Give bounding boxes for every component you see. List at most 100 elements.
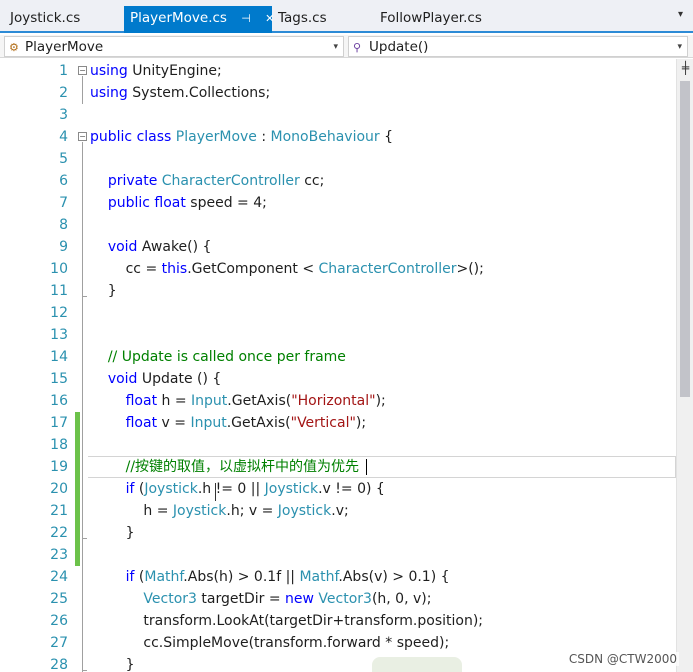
line-number: 1 (59, 63, 68, 79)
code-token: Joystick (264, 481, 319, 497)
fold-guide-end (82, 538, 87, 539)
line-number: 13 (50, 327, 68, 343)
code-line[interactable]: // Update is called once per frame (90, 346, 346, 368)
line-number: 23 (50, 547, 68, 563)
code-token: { (379, 129, 394, 145)
code-token: float (125, 393, 158, 409)
code-token: Mathf (144, 569, 184, 585)
current-line-highlight (88, 456, 676, 478)
collapse-icon[interactable]: − (78, 132, 87, 141)
code-token: (h, 0, v); (371, 591, 432, 607)
code-line[interactable]: public float speed = 4; (90, 192, 267, 214)
line-number: 17 (50, 415, 68, 431)
line-number: 27 (50, 635, 68, 651)
code-line[interactable]: if (Joystick.h != 0 || Joystick.v != 0) … (90, 478, 385, 500)
line-number: 19 (50, 459, 68, 475)
code-line[interactable]: public class PlayerMove : MonoBehaviour … (90, 126, 393, 148)
tab-followplayer[interactable]: FollowPlayer.cs (374, 6, 488, 33)
line-number: 5 (59, 151, 68, 167)
code-token: ); (355, 415, 367, 431)
navigation-bar: ⚙ PlayerMove ▾ ⚲ Update() ▾ (0, 35, 693, 58)
line-number: 24 (50, 569, 68, 585)
tab-tags[interactable]: Tags.cs (272, 6, 333, 33)
code-token: public (107, 195, 150, 211)
chevron-down-icon[interactable]: ▾ (677, 37, 682, 57)
code-line[interactable]: } (90, 280, 117, 302)
vertical-scrollbar[interactable]: ╪ (676, 59, 693, 672)
line-number: 16 (50, 393, 68, 409)
code-line[interactable]: Vector3 targetDir = new Vector3(h, 0, v)… (90, 588, 431, 610)
line-number: 20 (50, 481, 68, 497)
code-line[interactable]: h = Joystick.h; v = Joystick.v; (90, 500, 348, 522)
code-line[interactable]: private CharacterController cc; (90, 170, 325, 192)
code-line[interactable]: using UnityEngine; (90, 60, 222, 82)
code-token: } (90, 525, 135, 541)
code-token: Joystick (277, 503, 332, 519)
scrollbar-thumb[interactable] (680, 81, 690, 397)
line-number: 15 (50, 371, 68, 387)
code-token: h = (90, 503, 173, 519)
tab-playermove[interactable]: PlayerMove.cs ⊣ ✕ (124, 6, 274, 33)
class-dropdown[interactable]: ⚙ PlayerMove ▾ (4, 36, 344, 57)
line-number: 8 (59, 217, 68, 233)
code-line[interactable]: float v = Input.GetAxis("Vertical"); (90, 412, 367, 434)
code-line[interactable]: float h = Input.GetAxis("Horizontal"); (90, 390, 386, 412)
code-token: void (107, 371, 138, 387)
chevron-down-icon[interactable]: ▾ (333, 37, 338, 57)
code-token: Mathf (299, 569, 339, 585)
split-handle-icon[interactable]: ╪ (680, 61, 691, 75)
code-line[interactable]: cc = this.GetComponent < CharacterContro… (90, 258, 484, 280)
code-token: CharacterController (318, 261, 457, 277)
code-token: transform.LookAt(targetDir+transform.pos… (90, 613, 483, 629)
class-dropdown-value: PlayerMove (25, 39, 104, 55)
code-line[interactable]: if (Mathf.Abs(h) > 0.1f || Mathf.Abs(v) … (90, 566, 450, 588)
line-number: 7 (59, 195, 68, 211)
code-token: } (90, 657, 135, 672)
code-token: .v != 0) { (318, 481, 385, 497)
mouse-ibeam-cursor (215, 483, 216, 501)
code-token: "Vertical" (290, 415, 356, 431)
line-number: 28 (50, 657, 68, 672)
code-token: .Abs(v) > 0.1) { (338, 569, 450, 585)
collapse-icon[interactable]: − (78, 66, 87, 75)
code-token: cc.SimpleMove(transform.forward * speed)… (90, 635, 450, 651)
line-number: 2 (59, 85, 68, 101)
line-number: 25 (50, 591, 68, 607)
change-marker (75, 478, 80, 566)
code-token: Input (191, 393, 228, 409)
code-token: speed = 4; (185, 195, 267, 211)
code-token: ( (134, 481, 145, 497)
code-token: // Update is called once per frame (107, 349, 346, 365)
code-line[interactable]: using System.Collections; (90, 82, 270, 104)
code-line[interactable]: } (90, 654, 135, 672)
code-line[interactable]: } (90, 522, 135, 544)
code-token: MonoBehaviour (270, 129, 380, 145)
code-token: >(); (456, 261, 484, 277)
member-dropdown[interactable]: ⚲ Update() ▾ (348, 36, 688, 57)
tab-label: PlayerMove.cs (130, 10, 227, 26)
code-line[interactable]: cc.SimpleMove(transform.forward * speed)… (90, 632, 449, 654)
code-token: } (90, 283, 117, 299)
code-line[interactable]: transform.LookAt(targetDir+transform.pos… (90, 610, 483, 632)
code-line[interactable]: void Update () { (90, 368, 222, 390)
fold-guide (82, 142, 83, 672)
code-editor[interactable]: 1 2 3 4 5 6 7 8 9 10 11 12 13 14 15 16 17 18 19 20 21 22 23 24 2… (0, 59, 676, 672)
code-token: void (107, 239, 138, 255)
watermark: CSDN @CTW2000 (566, 652, 679, 666)
code-token: float (125, 415, 158, 431)
chevron-down-icon[interactable]: ▾ (678, 9, 683, 20)
tab-label: FollowPlayer.cs (380, 10, 482, 26)
code-token: .Abs(h) > 0.1f || (183, 569, 300, 585)
code-token: .GetComponent < (187, 261, 319, 277)
tab-joystick[interactable]: Joystick.cs (4, 6, 86, 33)
line-number: 10 (50, 261, 68, 277)
code-token: using (90, 85, 128, 101)
code-line[interactable]: void Awake() { (90, 236, 212, 258)
class-icon: ⚙ (9, 41, 19, 54)
line-number: 21 (50, 503, 68, 519)
pin-icon[interactable]: ⊣ (241, 6, 251, 31)
